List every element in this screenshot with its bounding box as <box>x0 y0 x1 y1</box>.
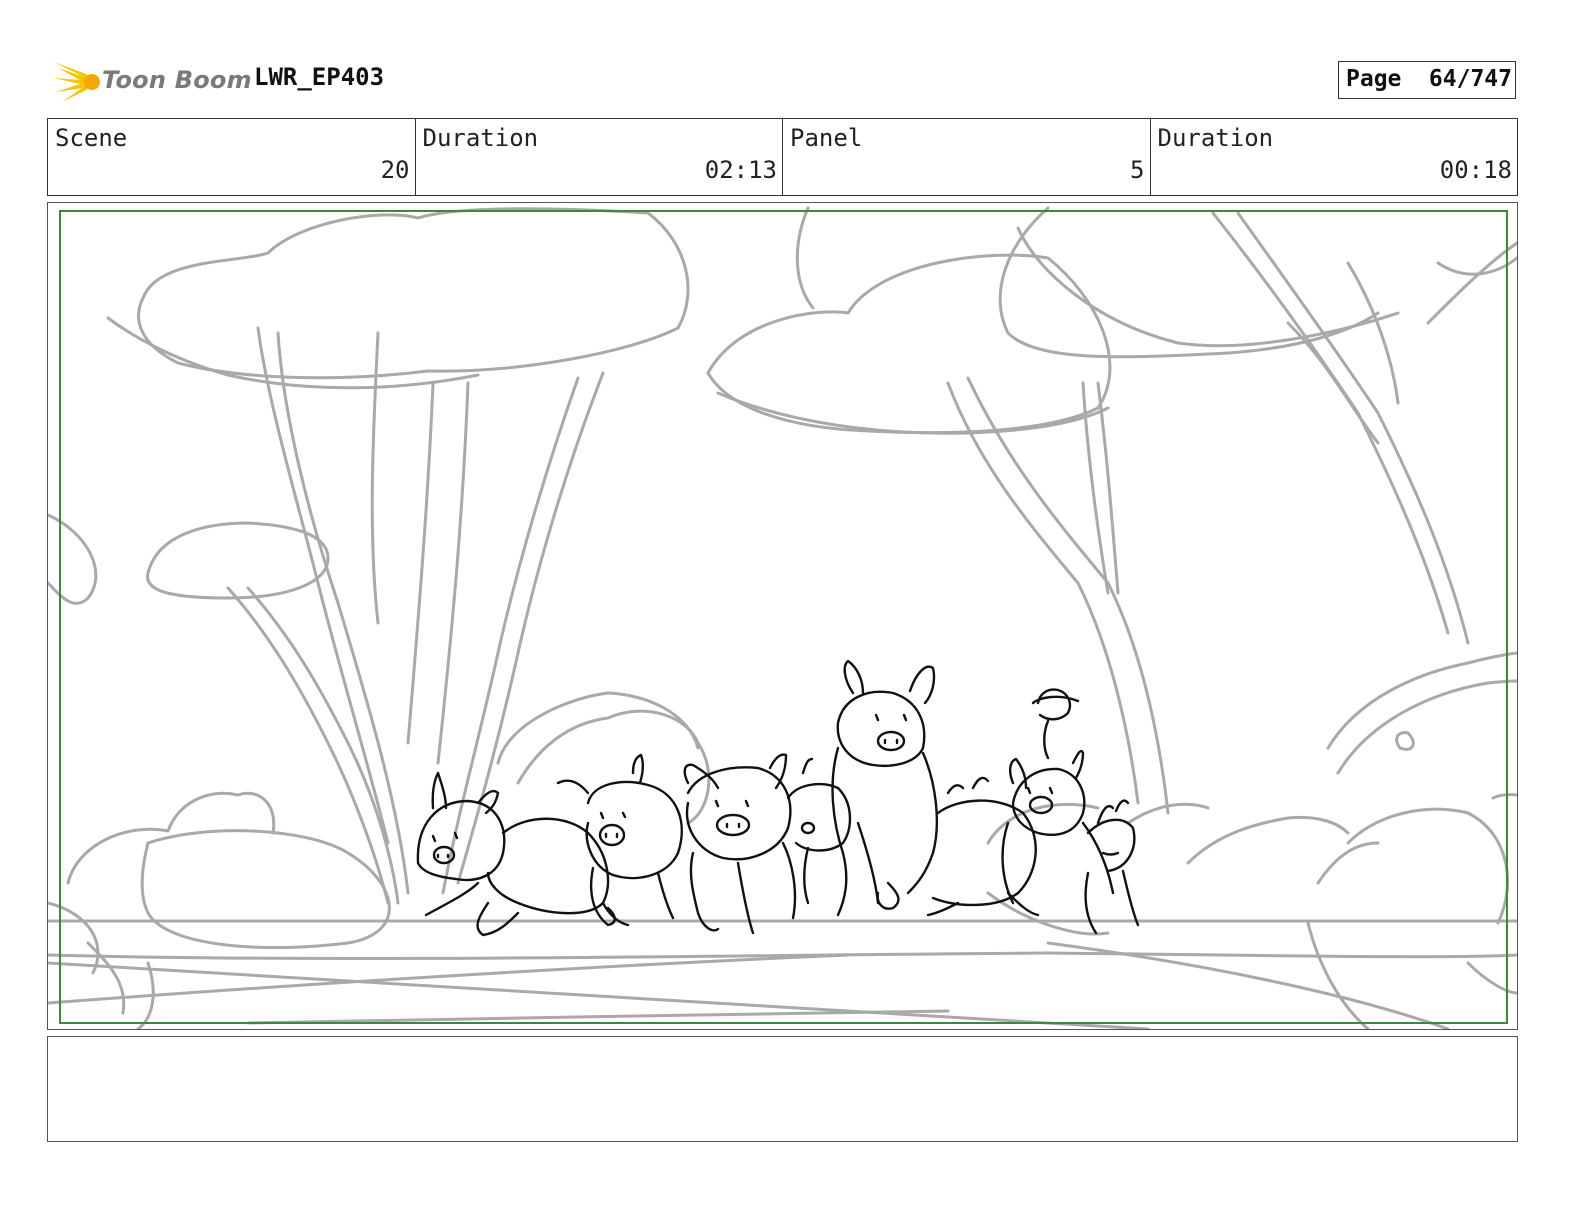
panel-duration-cell: Duration 00:18 <box>1151 119 1518 195</box>
page-label: Page <box>1346 66 1402 92</box>
scene-duration-value: 02:13 <box>704 156 777 184</box>
scene-value: 20 <box>380 156 410 184</box>
page-value: 64/747 <box>1428 66 1512 92</box>
scene-cell: Scene 20 <box>48 119 416 195</box>
scene-duration-label: Duration <box>422 124 539 152</box>
scene-label: Scene <box>55 124 128 152</box>
scene-info-table: Scene 20 Duration 02:13 Panel 5 Duration… <box>47 118 1518 196</box>
background-forest-sketch <box>48 206 1517 1029</box>
panel-value: 5 <box>1130 156 1145 184</box>
toon-boom-logo: Toon Boom <box>52 54 252 106</box>
project-name: LWR_EP403 <box>254 63 385 91</box>
panel-notes-box <box>47 1036 1518 1142</box>
page-indicator: Page 64/747 <box>1338 61 1516 99</box>
characters-sketch <box>416 659 1140 937</box>
panel-cell: Panel 5 <box>783 119 1151 195</box>
panel-label: Panel <box>790 124 863 152</box>
starburst-logo-icon <box>54 62 100 102</box>
logo-text: Toon Boom <box>102 66 252 94</box>
panel-duration-value: 00:18 <box>1439 156 1512 184</box>
panel-duration-label: Duration <box>1157 124 1274 152</box>
storyboard-panel <box>47 202 1518 1030</box>
scene-duration-cell: Duration 02:13 <box>416 119 783 195</box>
panel-sketch <box>48 206 1517 1029</box>
